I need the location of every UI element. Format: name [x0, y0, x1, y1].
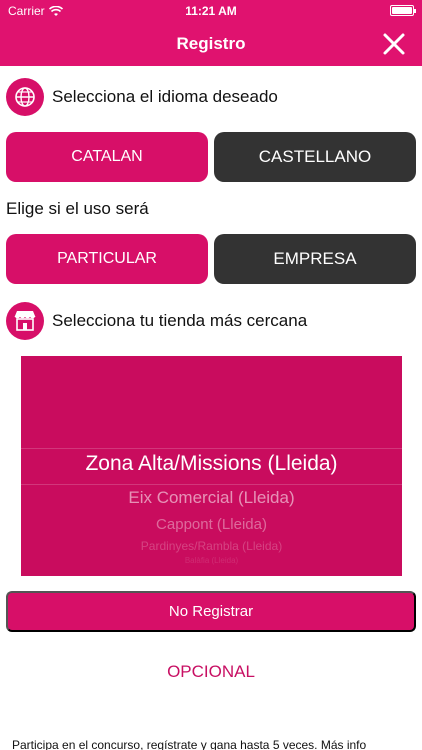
usage-prompt: Elige si el uso será: [6, 199, 149, 218]
store-icon: [6, 302, 44, 340]
picker-option[interactable]: Balàfia (Lleida): [21, 556, 402, 565]
status-time: 11:21 AM: [185, 4, 237, 18]
castellano-button[interactable]: CASTELLANO: [214, 132, 416, 182]
store-picker[interactable]: Zona Alta/Missions (Lleida) Eix Comercia…: [21, 356, 402, 576]
battery-icon: [390, 5, 416, 16]
page-title: Registro: [176, 34, 246, 53]
nav-bar: Registro: [0, 22, 422, 66]
optional-link[interactable]: OPCIONAL: [0, 662, 422, 682]
particular-button[interactable]: PARTICULAR: [6, 234, 208, 284]
picker-option-selected[interactable]: Zona Alta/Missions (Lleida): [21, 452, 402, 476]
picker-option[interactable]: Cappont (Lleida): [21, 516, 402, 533]
language-section-header: Selecciona el idioma deseado: [6, 78, 278, 116]
store-section-header: Selecciona tu tienda más cercana: [6, 302, 307, 340]
catalan-button[interactable]: CATALAN: [6, 132, 208, 182]
footer-text: Participa en el concurso, regístrate y g…: [12, 738, 367, 750]
status-bar: Carrier 11:21 AM: [0, 0, 422, 22]
globe-icon: [6, 78, 44, 116]
picker-option[interactable]: Pardinyes/Rambla (Lleida): [21, 539, 402, 553]
language-prompt: Selecciona el idioma deseado: [52, 87, 278, 106]
empresa-button[interactable]: EMPRESA: [214, 234, 416, 284]
no-register-button[interactable]: No Registrar: [6, 591, 416, 632]
close-icon[interactable]: [380, 30, 408, 58]
store-prompt: Selecciona tu tienda más cercana: [52, 311, 308, 330]
picker-option[interactable]: Eix Comercial (Lleida): [21, 488, 402, 508]
